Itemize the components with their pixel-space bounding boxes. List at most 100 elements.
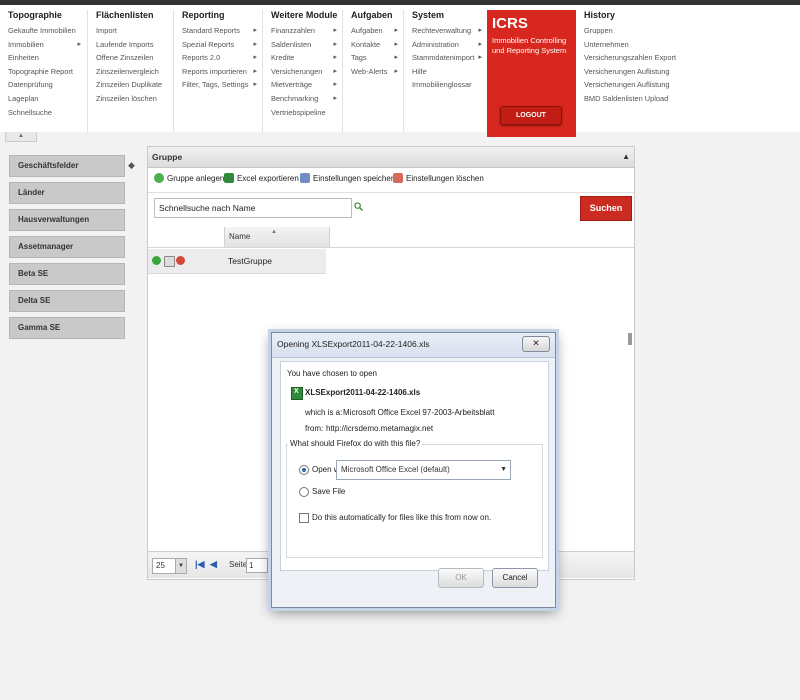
page-size-select[interactable]: 25 ▼ bbox=[152, 558, 187, 574]
prev-page-icon[interactable]: ◀ bbox=[210, 559, 217, 570]
menu-title[interactable]: History bbox=[584, 10, 800, 20]
file-type-label: which is a: bbox=[305, 408, 343, 417]
auto-label[interactable]: Do this automatically for files like thi… bbox=[312, 513, 491, 522]
menu-item[interactable]: Tags ▸ bbox=[343, 51, 404, 65]
menu-item[interactable]: Web-Alerts ▸ bbox=[343, 65, 404, 79]
menu-item[interactable]: Rechteverwaltung ▸ bbox=[404, 24, 488, 38]
dialog-title: Opening XLSExport2011-04-22-1406.xls bbox=[277, 339, 430, 349]
menu-title[interactable]: System bbox=[412, 10, 488, 20]
sidebar-item-laender[interactable]: Länder bbox=[9, 182, 125, 204]
delete-icon[interactable] bbox=[176, 256, 185, 265]
open-with-radio[interactable] bbox=[299, 465, 309, 475]
intro-text: You have chosen to open bbox=[287, 369, 378, 378]
menu-title[interactable]: Reporting bbox=[182, 10, 263, 20]
chevron-right-icon: ▸ bbox=[253, 81, 257, 89]
menu-item[interactable]: Reports importieren ▸ bbox=[174, 65, 263, 79]
cancel-button[interactable]: Cancel bbox=[492, 568, 538, 588]
menu-item[interactable]: Reports 2.0 ▸ bbox=[174, 51, 263, 65]
open-with-select[interactable]: Microsoft Office Excel (default) ▼ bbox=[336, 460, 511, 480]
menu-item[interactable]: Kontakte ▸ bbox=[343, 38, 404, 52]
menu-item[interactable]: Unternehmen bbox=[576, 38, 800, 52]
menu-item[interactable]: Versicherungen Auflistung bbox=[576, 78, 800, 92]
save-settings-label: Einstellungen speichern bbox=[313, 173, 398, 183]
sidebar-item-hausverwaltungen[interactable]: Hausverwaltungen bbox=[9, 209, 125, 231]
menu-item[interactable]: Finanzzahlen ▸ bbox=[263, 24, 343, 38]
menu-item[interactable]: Einheiten bbox=[0, 51, 87, 65]
menu-col-flaechenlisten: Flächenlisten Import Laufende Imports Of… bbox=[87, 10, 174, 132]
menu-collapse-toggle[interactable]: ▲ bbox=[5, 132, 37, 142]
auto-checkbox[interactable] bbox=[299, 513, 309, 523]
menu-item[interactable]: Kredite ▸ bbox=[263, 51, 343, 65]
chevron-right-icon: ▸ bbox=[333, 94, 337, 102]
sidebar-item-geschaeftsfelder[interactable]: Geschäftsfelder bbox=[9, 155, 125, 177]
menu-item[interactable]: Datenprüfung bbox=[0, 78, 87, 92]
add-group-button[interactable]: Gruppe anlegen bbox=[154, 173, 224, 183]
menu-item[interactable]: Zinszeilen löschen bbox=[88, 92, 174, 106]
menu-item[interactable]: Mietverträge ▸ bbox=[263, 78, 343, 92]
save-settings-button[interactable]: Einstellungen speichern bbox=[300, 173, 398, 183]
close-icon[interactable]: ✕ bbox=[522, 336, 550, 352]
save-file-label[interactable]: Save File bbox=[312, 487, 345, 496]
table-row[interactable]: TestGruppe bbox=[148, 249, 326, 274]
edit-icon[interactable] bbox=[164, 256, 175, 267]
menu-item[interactable]: Spezial Reports ▸ bbox=[174, 38, 263, 52]
search-button[interactable]: Suchen bbox=[580, 196, 632, 221]
page-input[interactable]: 1 bbox=[246, 558, 268, 573]
menu-item[interactable]: BMD Saldenlisten Upload bbox=[576, 92, 800, 106]
sidebar-toggle-icon[interactable]: ◆ bbox=[128, 160, 135, 171]
menu-item[interactable]: Import bbox=[88, 24, 174, 38]
save-file-radio[interactable] bbox=[299, 487, 309, 497]
menu-item[interactable]: Topographie Report bbox=[0, 65, 87, 79]
column-header-label: Name bbox=[229, 232, 251, 241]
menu-item[interactable]: Gekaufte Immobilien bbox=[0, 24, 87, 38]
menu-item[interactable]: Schnellsuche bbox=[0, 106, 87, 120]
sidebar-item-gamma-se[interactable]: Gamma SE bbox=[9, 317, 125, 339]
delete-settings-icon bbox=[393, 173, 403, 183]
scrollbar[interactable] bbox=[628, 333, 632, 345]
menu-item[interactable]: Hilfe bbox=[404, 65, 488, 79]
chevron-right-icon: ▸ bbox=[333, 40, 337, 48]
check-icon[interactable] bbox=[152, 256, 161, 265]
menu-item[interactable]: Vertriebspipeline bbox=[263, 106, 343, 120]
excel-export-button[interactable]: Excel exportieren bbox=[224, 173, 299, 183]
sidebar-item-beta-se[interactable]: Beta SE bbox=[9, 263, 125, 285]
menu-item[interactable]: Lageplan bbox=[0, 92, 87, 106]
menu-item[interactable]: Aufgaben ▸ bbox=[343, 24, 404, 38]
delete-settings-button[interactable]: Einstellungen löschen bbox=[393, 173, 484, 183]
collapse-icon[interactable]: ▲ bbox=[622, 147, 630, 167]
menu-title[interactable]: Flächenlisten bbox=[96, 10, 174, 20]
menu-title[interactable]: Topographie bbox=[8, 10, 87, 20]
column-header-name[interactable]: ▲ Name bbox=[224, 227, 330, 247]
ok-button[interactable]: OK bbox=[438, 568, 484, 588]
sidebar-item-assetmanager[interactable]: Assetmanager bbox=[9, 236, 125, 258]
file-source-value: http://icrsdemo.metamagix.net bbox=[326, 424, 434, 433]
menu-item[interactable]: Zinszeilen Duplikate bbox=[88, 78, 174, 92]
menu-item[interactable]: Laufende Imports bbox=[88, 38, 174, 52]
menu-item[interactable]: Versicherungen ▸ bbox=[263, 65, 343, 79]
menu-item[interactable]: Benchmarking ▸ bbox=[263, 92, 343, 106]
menu-item[interactable]: Filter, Tags, Settings ▸ bbox=[174, 78, 263, 92]
menu-item[interactable]: Zinszeilenvergleich bbox=[88, 65, 174, 79]
main-menu: Topographie Gekaufte Immobilien Immobili… bbox=[0, 5, 800, 137]
menu-item[interactable]: Administration ▸ bbox=[404, 38, 488, 52]
menu-item[interactable]: Immobilien ▸ bbox=[0, 38, 87, 52]
excel-file-icon bbox=[291, 387, 303, 400]
panel-title: Gruppe bbox=[152, 152, 183, 162]
sidebar-item-delta-se[interactable]: Delta SE bbox=[9, 290, 125, 312]
search-input[interactable]: Schnellsuche nach Name bbox=[154, 198, 352, 218]
menu-item[interactable]: Versicherungszahlen Export bbox=[576, 51, 800, 65]
menu-item[interactable]: Gruppen bbox=[576, 24, 800, 38]
menu-item[interactable]: Immobilienglossar bbox=[404, 78, 488, 92]
search-row: Schnellsuche nach Name Suchen bbox=[148, 193, 634, 223]
menu-title[interactable]: Weitere Module bbox=[271, 10, 343, 20]
search-icon[interactable] bbox=[354, 202, 363, 211]
menu-title[interactable]: Aufgaben bbox=[351, 10, 404, 20]
first-page-icon[interactable]: |◀ bbox=[195, 559, 204, 570]
menu-item[interactable]: Versicherungen Auflistung bbox=[576, 65, 800, 79]
file-type-value: Microsoft Office Excel 97-2003-Arbeitsbl… bbox=[343, 408, 495, 417]
menu-item[interactable]: Stammdatenimport ▸ bbox=[404, 51, 488, 65]
menu-item[interactable]: Standard Reports ▸ bbox=[174, 24, 263, 38]
logout-button[interactable]: LOGOUT bbox=[500, 106, 562, 125]
menu-item[interactable]: Saldenlisten ▸ bbox=[263, 38, 343, 52]
menu-item[interactable]: Offene Zinszeilen bbox=[88, 51, 174, 65]
